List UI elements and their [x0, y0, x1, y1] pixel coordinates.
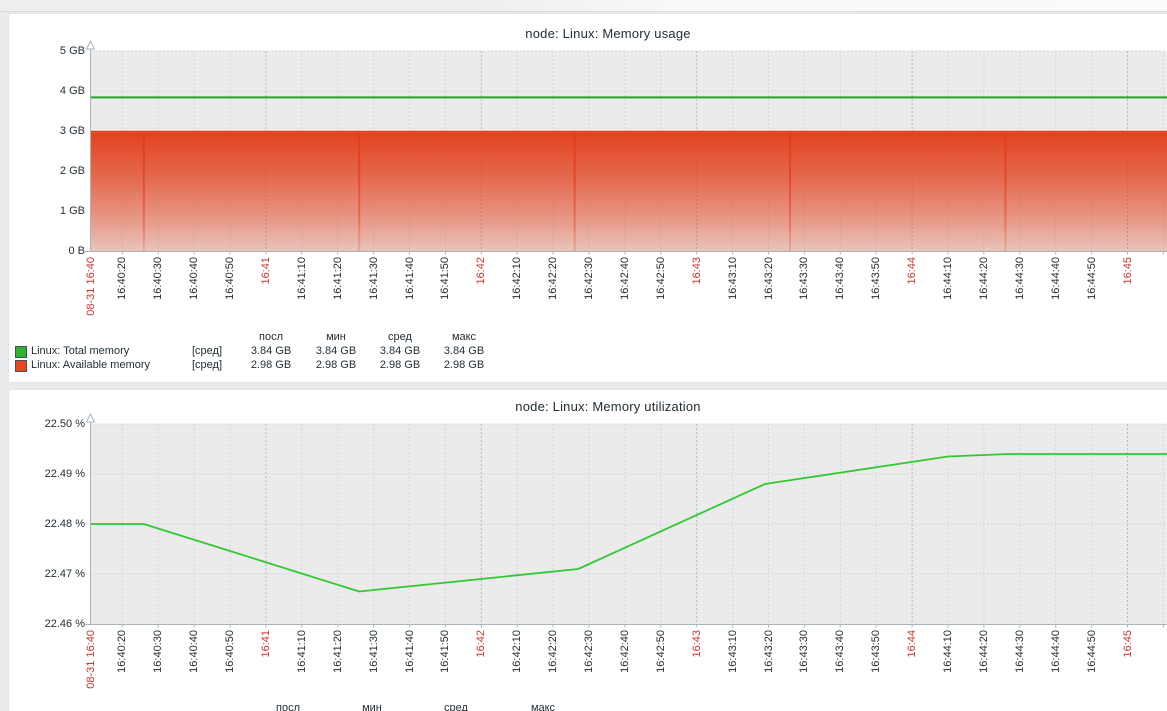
gradient-seam [789, 133, 791, 251]
x-axis-label: 16:41:20 [332, 630, 344, 711]
x-axis-label: 16:44 [906, 630, 918, 711]
x-axis-label: 16:44 [906, 257, 918, 343]
x-axis-label: 16:40:20 [116, 257, 128, 343]
x-axis-label: 16:43:20 [763, 257, 775, 343]
legend-stat-value: 2.98 GB [424, 359, 504, 372]
y-axis-label: 1 GB [23, 205, 85, 217]
y-axis-label: 22.49 % [23, 468, 85, 480]
legend-column-header: посл [248, 702, 328, 711]
legend-color-swatch [15, 346, 27, 358]
x-axis-label: 16:45 [1122, 630, 1134, 711]
y-axis-label: 22.50 % [23, 418, 85, 430]
gradient-seam [143, 133, 145, 251]
x-axis-label: 16:44:40 [1050, 257, 1062, 343]
x-axis-label: 16:43 [691, 630, 703, 711]
x-axis-label: 16:42:40 [619, 257, 631, 343]
x-axis-label: 16:41:40 [404, 630, 416, 711]
x-axis-label: 16:42:30 [583, 257, 595, 343]
legend-column-header: мин [332, 702, 412, 711]
x-axis-label: 16:43:40 [834, 630, 846, 711]
y-axis-label: 4 GB [23, 85, 85, 97]
y-axis-label: 22.48 % [23, 518, 85, 530]
x-axis-label: 16:44:40 [1050, 630, 1062, 711]
x-axis-label: 16:44:20 [978, 630, 990, 711]
gradient-seam [574, 133, 576, 251]
x-axis-label: 16:43:30 [798, 630, 810, 711]
gradient-seam [1004, 133, 1006, 251]
x-axis-label: 16:42:40 [619, 630, 631, 711]
x-axis-label: 16:40:40 [188, 257, 200, 343]
x-axis-label: 16:44:10 [942, 257, 954, 343]
y-axis-label: 3 GB [23, 125, 85, 137]
x-axis-label: 16:40:30 [152, 257, 164, 343]
total-memory-series [91, 96, 1167, 98]
x-axis-label: 16:43:50 [870, 257, 882, 343]
graphs-canvas[interactable] [0, 0, 1167, 711]
x-axis-label: 16:40:20 [116, 630, 128, 711]
x-axis-label: 16:43 [691, 257, 703, 343]
legend-aggregation: [сред] [192, 345, 222, 358]
legend-series-name: Linux: Available memory [31, 359, 150, 372]
y-axis-label: 22.46 % [23, 618, 85, 630]
x-axis-label: 16:44:10 [942, 630, 954, 711]
legend-column-header: сред [416, 702, 496, 711]
x-axis-label: 16:43:30 [798, 257, 810, 343]
x-axis-label: 16:43:20 [763, 630, 775, 711]
x-axis-label: 16:44:30 [1014, 630, 1026, 711]
x-axis-label: 16:41:50 [439, 630, 451, 711]
x-axis-label: 16:42:10 [511, 257, 523, 343]
x-axis-label: 16:44:20 [978, 257, 990, 343]
gradient-seam [358, 133, 360, 251]
x-axis-label: 16:43:50 [870, 630, 882, 711]
x-axis-label: 16:41 [260, 630, 272, 711]
x-axis-label: 16:42 [475, 630, 487, 711]
x-axis-label: 16:40:40 [188, 630, 200, 711]
x-axis-label: 16:41:30 [368, 630, 380, 711]
chart-title-memory-utilization: node: Linux: Memory utilization [0, 399, 1167, 414]
x-axis-label: 16:44:30 [1014, 257, 1026, 343]
legend-aggregation: [сред] [192, 359, 222, 372]
x-axis-label: 16:40:30 [152, 630, 164, 711]
x-axis-label: 16:42:30 [583, 630, 595, 711]
x-axis-label: 16:43:40 [834, 257, 846, 343]
x-axis-label: 16:44:50 [1086, 257, 1098, 343]
legend-column-header: макс [503, 702, 583, 711]
legend-color-swatch [15, 360, 27, 372]
x-axis-label: 08-31 16:40 [85, 630, 97, 711]
x-axis-label: 16:41:10 [296, 630, 308, 711]
x-axis-label: 16:42:20 [547, 630, 559, 711]
x-axis-label: 16:42:10 [511, 630, 523, 711]
x-axis-label: 16:42:20 [547, 257, 559, 343]
x-axis-label: 16:40:50 [224, 630, 236, 711]
y-axis-label: 2 GB [23, 165, 85, 177]
x-axis-label: 08-31 16:40 [85, 257, 97, 343]
legend-series-name: Linux: Total memory [31, 345, 129, 358]
x-axis-label: 16:45 [1122, 257, 1134, 343]
available-memory-series [91, 131, 1167, 251]
x-axis-label: 16:43:10 [727, 257, 739, 343]
legend-column-header: макс [424, 331, 504, 344]
y-axis-label: 22.47 % [23, 568, 85, 580]
y-axis-label: 0 B [23, 245, 85, 257]
y-axis-label: 5 GB [23, 45, 85, 57]
x-axis-label: 16:42:50 [655, 630, 667, 711]
legend-stat-value: 3.84 GB [424, 345, 504, 358]
x-axis-label: 16:44:50 [1086, 630, 1098, 711]
x-axis-label: 16:42:50 [655, 257, 667, 343]
x-axis-label: 16:43:10 [727, 630, 739, 711]
chart-title-memory-usage: node: Linux: Memory usage [0, 26, 1167, 41]
